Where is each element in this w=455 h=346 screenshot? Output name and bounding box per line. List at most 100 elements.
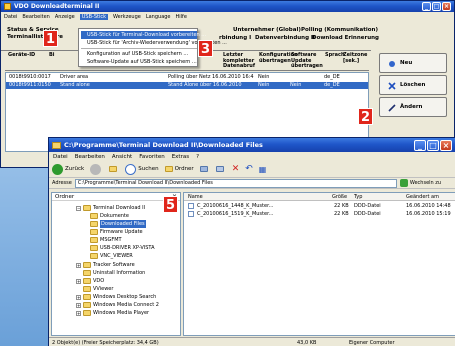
tab-polling[interactable]: Polling (Kommunikation) bbox=[301, 27, 378, 33]
tab-datenverbindung[interactable]: Datenverbindung II bbox=[255, 35, 315, 41]
menu-item-terminal-download-vorbereiten[interactable]: USB-Stick für Terminal-Download vorberei… bbox=[81, 31, 206, 39]
col-modified[interactable]: Geändert am bbox=[406, 193, 439, 201]
menu-favoriten[interactable]: Favoriten bbox=[139, 154, 164, 160]
col-b[interactable]: Bi bbox=[49, 52, 55, 59]
col-letzter-datenabruf[interactable]: Letzter kompletter Datenabruf bbox=[223, 52, 257, 70]
tree-item-firmware-update[interactable]: Firmware Update bbox=[90, 228, 143, 236]
new-icon bbox=[389, 61, 395, 67]
tree-item-uninstall-information[interactable]: Uninstall Information bbox=[83, 269, 145, 277]
tab-download-erinnerung[interactable]: Download Erinnerung bbox=[312, 35, 379, 41]
col-konfiguration[interactable]: Konfiguration übertragen bbox=[259, 52, 298, 64]
file-size: 22 KB bbox=[334, 203, 349, 209]
folder-icon bbox=[83, 278, 91, 284]
explorer-title: C:\Programme\Terminal Download II\Downlo… bbox=[64, 141, 263, 149]
tree-item-downloaded-files[interactable]: Downloaded Files bbox=[90, 220, 146, 228]
neu-button[interactable]: Neu bbox=[379, 53, 447, 73]
tree-item-windows-desktop-search[interactable]: + Windows Desktop Search bbox=[76, 293, 156, 301]
tree-item-label: Windows Media Player bbox=[93, 310, 150, 316]
folder-icon bbox=[90, 229, 98, 235]
search-button[interactable]: Suchen bbox=[125, 163, 159, 175]
expand-icon[interactable]: + bbox=[76, 294, 81, 300]
tree-item-label: Downloaded Files bbox=[100, 220, 146, 228]
tab-unternehmer-global[interactable]: Unternehmer (Global) bbox=[233, 27, 301, 33]
menu-usb-stick[interactable]: USB-Stick bbox=[79, 13, 109, 20]
tab-terminalliste[interactable]: Terminalliste bbox=[7, 34, 47, 40]
col-type[interactable]: Typ bbox=[354, 193, 362, 201]
menu-language[interactable]: Language bbox=[146, 14, 171, 20]
folder-icon bbox=[90, 237, 98, 243]
menu-item-archiv-vorbereiten[interactable]: USB-Stick für 'Archiv-Wiederverwendung' … bbox=[81, 39, 227, 47]
terminal-window-titlebar[interactable]: VDO Downloadterminal II _ □ × bbox=[1, 1, 454, 12]
menu-bearbeiten[interactable]: Bearbeiten bbox=[75, 154, 105, 160]
explorer-menubar: Datei Bearbeiten Ansicht Favoriten Extra… bbox=[49, 152, 455, 161]
menu-help[interactable]: ? bbox=[196, 154, 199, 160]
menu-ansicht[interactable]: Ansicht bbox=[112, 154, 132, 160]
app-icon bbox=[4, 3, 11, 10]
menu-item-software-update-speichern[interactable]: Software-Update auf USB-Stick speichern … bbox=[81, 58, 197, 66]
file-list-pane: Name Größe Typ Geändert am C_20100616_14… bbox=[183, 192, 455, 336]
edit-icon bbox=[388, 104, 396, 112]
menu-werkzeuge[interactable]: Werkzeuge bbox=[113, 14, 141, 20]
copy-button[interactable] bbox=[215, 166, 226, 172]
folders-icon bbox=[164, 166, 173, 172]
folders-button[interactable]: Ordner bbox=[164, 166, 194, 172]
menu-item-konfiguration-speichern[interactable]: Konfiguration auf USB-Stick speichern ..… bbox=[81, 50, 197, 58]
tree-item-windows-media-player[interactable]: + Windows Media Player bbox=[76, 309, 149, 317]
col-software-update[interactable]: Software Update übertragen bbox=[291, 52, 323, 70]
menu-datei[interactable]: Datei bbox=[53, 154, 68, 160]
up-button[interactable] bbox=[109, 166, 119, 172]
collapse-icon[interactable]: − bbox=[76, 205, 81, 211]
expand-icon[interactable]: + bbox=[76, 310, 81, 316]
menu-hilfe[interactable]: Hilfe bbox=[176, 14, 187, 20]
loeschen-button[interactable]: Löschen bbox=[379, 75, 447, 95]
minimize-button[interactable]: _ bbox=[414, 139, 426, 151]
table-row[interactable]: 0018t9910:0017 Driver area Polling über … bbox=[6, 74, 368, 81]
back-button[interactable]: Zurück bbox=[52, 163, 84, 175]
tree-item-msgfmt[interactable]: MSGFMT bbox=[90, 236, 122, 244]
col-geraete-id[interactable]: Geräte-ID bbox=[8, 52, 35, 59]
expand-icon[interactable]: + bbox=[76, 262, 81, 268]
aendern-button[interactable]: Ändern bbox=[379, 97, 447, 117]
menu-datei[interactable]: Datei bbox=[4, 14, 17, 20]
undo-button[interactable]: ↶ bbox=[245, 164, 253, 174]
col-size[interactable]: Größe bbox=[332, 193, 347, 201]
close-button[interactable]: × bbox=[442, 2, 451, 11]
col-name[interactable]: Name bbox=[188, 193, 203, 201]
maximize-button[interactable]: □ bbox=[432, 2, 441, 11]
file-name: C_20100616_1448_K_Muster... bbox=[197, 203, 274, 209]
tree-item-label: VViewer bbox=[93, 286, 114, 292]
table-row-selected[interactable]: 0018t9911:0150 Stand alone Stand Alone ü… bbox=[6, 82, 368, 89]
tree-item-vdo[interactable]: + VDO bbox=[76, 277, 104, 285]
col-zeitzone[interactable]: Zeitzone [sek.] bbox=[343, 52, 367, 64]
go-arrow-icon bbox=[399, 179, 408, 187]
file-row[interactable]: C_20100616_1448_K_Muster... 22 KB DDD-Da… bbox=[184, 203, 455, 210]
explorer-titlebar[interactable]: C:\Programme\Terminal Download II\Downlo… bbox=[49, 138, 455, 152]
col-sprache[interactable]: Sprach bbox=[325, 52, 345, 59]
move-button[interactable] bbox=[199, 166, 210, 172]
tree-item-terminal-download-ii[interactable]: − Terminal Download II bbox=[76, 204, 145, 212]
minimize-button[interactable]: _ bbox=[422, 2, 431, 11]
tree-item-dokumente[interactable]: Dokumente bbox=[90, 212, 129, 220]
tree-item-windows-media-connect[interactable]: + Windows Media Connect 2 bbox=[76, 301, 159, 309]
close-button[interactable]: × bbox=[440, 139, 452, 151]
expand-icon[interactable]: + bbox=[76, 278, 81, 284]
expand-icon[interactable]: + bbox=[76, 302, 81, 308]
menu-anzeige[interactable]: Anzeige bbox=[55, 14, 75, 20]
folder-icon bbox=[83, 294, 91, 300]
callout-2: 2 bbox=[358, 108, 373, 125]
go-button[interactable]: Wechseln zu bbox=[399, 179, 441, 187]
views-button[interactable]: ▦ bbox=[259, 165, 267, 174]
tree-item-vnc-viewer[interactable]: VNC_VIEWER bbox=[90, 252, 133, 260]
delete-button[interactable]: ✕ bbox=[232, 164, 240, 174]
row-name: Stand alone bbox=[60, 82, 90, 88]
menu-extras[interactable]: Extras bbox=[172, 154, 189, 160]
copy-to-icon bbox=[215, 166, 224, 172]
maximize-button[interactable]: □ bbox=[427, 139, 439, 151]
forward-button[interactable] bbox=[90, 163, 103, 175]
tree-item-usb-driver[interactable]: USB-DRIVER XP-VISTA bbox=[90, 244, 155, 252]
tree-item-tracker-software[interactable]: + Tracker Software bbox=[76, 261, 135, 269]
tree-item-vviewer[interactable]: VViewer bbox=[83, 285, 113, 293]
file-row[interactable]: C_20100616_1519_K_Muster... 22 KB DDD-Da… bbox=[184, 211, 455, 218]
menu-bearbeiten[interactable]: Bearbeiten bbox=[22, 14, 49, 20]
address-input[interactable]: C:\Programme\Terminal Download II\Downlo… bbox=[74, 178, 397, 188]
